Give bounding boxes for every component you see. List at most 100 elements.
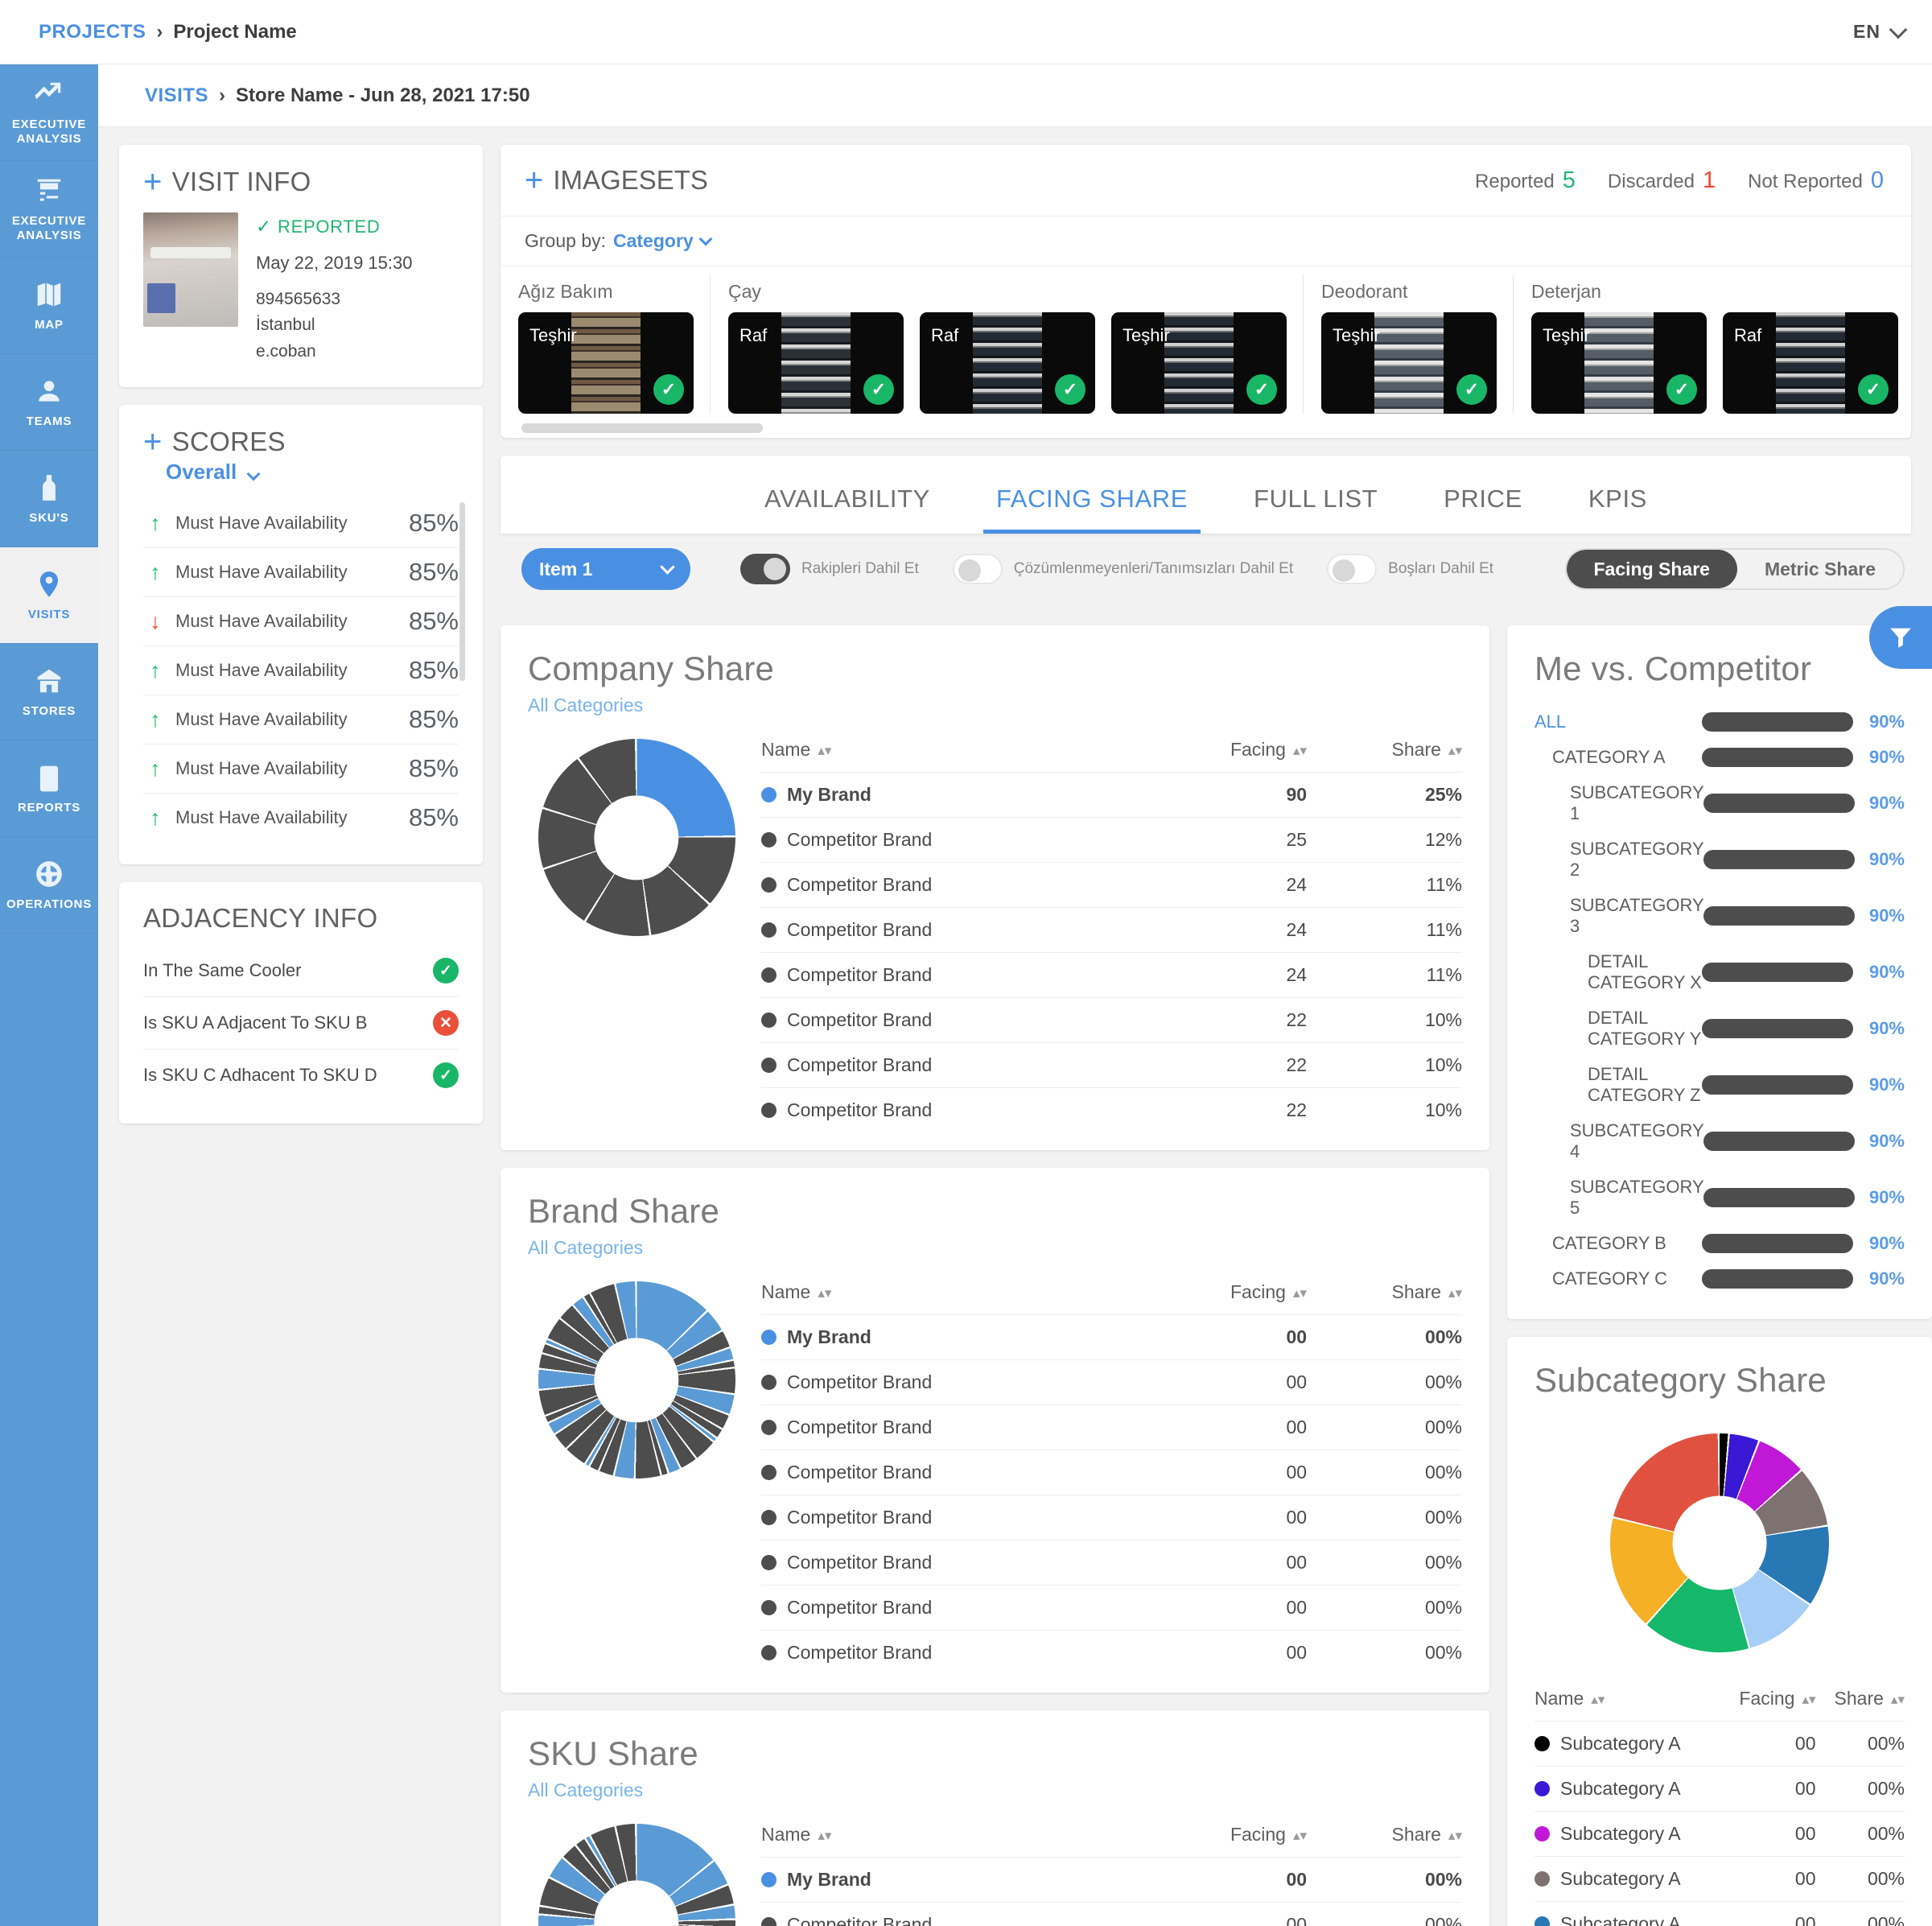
score-row: ↑ Must Have Availability 85% bbox=[143, 744, 459, 794]
me-vs-competitor-row[interactable]: ALL 90% bbox=[1534, 704, 1905, 740]
table-row: Competitor Brand 24 11% bbox=[761, 862, 1462, 908]
toggle-control[interactable]: Çözümlenmeyenleri/Tanımsızları Dahil Et bbox=[952, 554, 1293, 584]
sidebar-item-executive-analysis-1[interactable]: EXECUTIVE ANALYSIS bbox=[0, 64, 98, 161]
me-vs-competitor-row[interactable]: DETAIL CATEGORY X 90% bbox=[1534, 944, 1905, 1000]
col-name[interactable]: Name ▴▾ bbox=[761, 1819, 1138, 1858]
imageset-thumbnail[interactable]: Teşhir ✓ bbox=[1111, 312, 1287, 414]
imageset-thumbnail[interactable]: Raf ✓ bbox=[728, 312, 904, 414]
chevron-down-icon bbox=[660, 559, 675, 575]
company-share-subtitle[interactable]: All Categories bbox=[528, 695, 1462, 716]
cell-facing: 00 bbox=[1138, 1404, 1308, 1450]
sort-icon: ▴▾ bbox=[1448, 743, 1462, 758]
col-name[interactable]: Name ▴▾ bbox=[1534, 1683, 1719, 1722]
sidebar-item-teams[interactable]: TEAMS bbox=[0, 354, 98, 451]
sidebar-item-stores[interactable]: STORES bbox=[0, 644, 98, 740]
item-select-dropdown[interactable]: Item 1 bbox=[521, 548, 690, 590]
segment-option[interactable]: Metric Share bbox=[1737, 550, 1903, 588]
imageset-group-name: Deodorant bbox=[1321, 281, 1408, 302]
toggle-control[interactable]: Boşları Dahil Et bbox=[1327, 554, 1493, 584]
me-vs-competitor-row[interactable]: SUBCATEGORY 3 90% bbox=[1534, 888, 1905, 944]
col-name[interactable]: Name ▴▾ bbox=[761, 1276, 1138, 1315]
imageset-thumbnail[interactable]: Teşhir ✓ bbox=[518, 312, 694, 414]
imageset-thumbnail[interactable]: Raf ✓ bbox=[1723, 312, 1898, 414]
filter-button[interactable] bbox=[1869, 606, 1932, 669]
table-row: Competitor Brand 00 00% bbox=[761, 1902, 1462, 1926]
cell-name: Competitor Brand bbox=[761, 862, 1139, 908]
col-facing[interactable]: Facing ▴▾ bbox=[1719, 1683, 1815, 1722]
expand-plus-icon[interactable]: + bbox=[143, 426, 163, 458]
sidebar-item-visits[interactable]: VISITS bbox=[0, 547, 98, 644]
chevron-down-icon bbox=[1889, 20, 1908, 39]
brand-share-subtitle[interactable]: All Categories bbox=[528, 1237, 1462, 1259]
expand-plus-icon[interactable]: + bbox=[525, 164, 543, 196]
mvc-bar bbox=[1702, 1075, 1853, 1095]
me-vs-competitor-row[interactable]: DETAIL CATEGORY Y 90% bbox=[1534, 1000, 1905, 1057]
group-by-control[interactable]: Group by: Category bbox=[501, 217, 1911, 266]
tab-kpis[interactable]: KPIS bbox=[1576, 470, 1660, 534]
me-vs-competitor-row[interactable]: CATEGORY C 90% bbox=[1534, 1261, 1905, 1297]
scores-filter-dropdown[interactable]: Overall bbox=[166, 460, 459, 485]
me-vs-competitor-row[interactable]: DETAIL CATEGORY Z 90% bbox=[1534, 1057, 1905, 1113]
visit-photo-thumbnail[interactable] bbox=[143, 212, 238, 327]
score-value: 85% bbox=[408, 558, 459, 587]
col-share[interactable]: Share ▴▾ bbox=[1816, 1683, 1905, 1722]
adjacency-name: In The Same Cooler bbox=[143, 960, 302, 981]
col-share[interactable]: Share ▴▾ bbox=[1307, 734, 1462, 773]
score-value: 85% bbox=[408, 754, 459, 783]
imageset-thumbnail[interactable]: Raf ✓ bbox=[920, 312, 1095, 414]
toggle-switch[interactable] bbox=[740, 554, 790, 584]
col-share[interactable]: Share ▴▾ bbox=[1307, 1819, 1462, 1858]
toggle-control[interactable]: Rakipleri Dahil Et bbox=[740, 554, 919, 584]
tab-full-list[interactable]: FULL LIST bbox=[1241, 470, 1390, 534]
tab-facing-share[interactable]: FACING SHARE bbox=[982, 470, 1201, 534]
sku-share-subtitle[interactable]: All Categories bbox=[528, 1780, 1462, 1801]
toggle-switch[interactable] bbox=[952, 554, 1003, 584]
subcategory-share-panel: Subcategory Share Name ▴▾ Facing ▴▾ Share ▴▾ S… bbox=[1507, 1337, 1932, 1926]
col-share[interactable]: Share ▴▾ bbox=[1307, 1276, 1462, 1315]
col-facing[interactable]: Facing ▴▾ bbox=[1138, 1819, 1307, 1858]
mvc-label: ALL bbox=[1534, 711, 1567, 732]
sidebar-item-map[interactable]: MAP bbox=[0, 258, 98, 354]
me-vs-competitor-row[interactable]: CATEGORY A 90% bbox=[1534, 740, 1905, 775]
me-vs-competitor-row[interactable]: CATEGORY B 90% bbox=[1534, 1226, 1905, 1261]
col-facing[interactable]: Facing ▴▾ bbox=[1138, 734, 1307, 773]
imageset-group-name: Çay bbox=[728, 281, 761, 302]
sidebar-item-reports[interactable]: REPORTS bbox=[0, 740, 98, 837]
me-vs-competitor-row[interactable]: SUBCATEGORY 5 90% bbox=[1534, 1169, 1905, 1226]
cell-name: My Brand bbox=[761, 1314, 1139, 1360]
visit-user: e.coban bbox=[256, 341, 316, 361]
mvc-label: DETAIL CATEGORY Z bbox=[1588, 1064, 1701, 1105]
sidebar-item-skus[interactable]: SKU'S bbox=[0, 451, 98, 547]
me-vs-competitor-row[interactable]: SUBCATEGORY 2 90% bbox=[1534, 831, 1905, 888]
col-facing[interactable]: Facing ▴▾ bbox=[1138, 1276, 1307, 1315]
imageset-group-name: Ağız Bakım bbox=[518, 281, 613, 302]
imageset-thumbnail[interactable]: Teşhir ✓ bbox=[1531, 312, 1707, 414]
me-vs-competitor-row[interactable]: SUBCATEGORY 1 90% bbox=[1534, 775, 1905, 831]
sidebar-item-executive-analysis-2[interactable]: EXECUTIVE ANALYSIS bbox=[0, 161, 98, 258]
me-vs-competitor-row[interactable]: SUBCATEGORY 4 90% bbox=[1534, 1113, 1905, 1169]
scores-scrollbar[interactable] bbox=[459, 502, 465, 682]
table-row: Competitor Brand 24 11% bbox=[761, 907, 1462, 953]
imageset-thumbnail[interactable]: Teşhir ✓ bbox=[1321, 312, 1497, 414]
expand-plus-icon[interactable]: + bbox=[143, 166, 163, 198]
legend-dot bbox=[1534, 1916, 1550, 1926]
score-row: ↑ Must Have Availability 85% bbox=[143, 794, 459, 842]
segment-option[interactable]: Facing Share bbox=[1566, 550, 1737, 588]
col-name[interactable]: Name ▴▾ bbox=[761, 734, 1138, 773]
adjacency-name: Is SKU A Adjacent To SKU B bbox=[143, 1012, 368, 1033]
check-icon: ✓ bbox=[256, 216, 272, 237]
tab-price[interactable]: PRICE bbox=[1431, 470, 1535, 534]
breadcrumb-projects[interactable]: PROJECTS bbox=[39, 21, 146, 43]
visit-breadcrumb-bar: VISITS › Store Name - Jun 28, 2021 17:50 bbox=[98, 64, 1932, 127]
imageset-stat: Not Reported 0 bbox=[1748, 167, 1884, 194]
language-selector[interactable]: EN bbox=[1853, 20, 1908, 43]
breadcrumb-visits[interactable]: VISITS bbox=[145, 85, 208, 107]
adjacency-list: In The Same Cooler ✓ Is SKU A Adjacent To … bbox=[143, 945, 459, 1101]
tab-availability[interactable]: AVAILABILITY bbox=[752, 470, 943, 534]
mvc-bar bbox=[1703, 1132, 1856, 1151]
toggle-switch[interactable] bbox=[1327, 554, 1378, 584]
imagesets-card: + IMAGESETS Reported 5 Discarded 1 Not Repor… bbox=[501, 145, 1911, 438]
company-share-table: Name ▴▾ Facing ▴▾ Share ▴▾ My Brand 90 25% Compet… bbox=[761, 734, 1462, 1132]
thumbnail-scrollbar[interactable] bbox=[521, 423, 763, 433]
sidebar-item-operations[interactable]: OPERATIONS bbox=[0, 837, 98, 934]
